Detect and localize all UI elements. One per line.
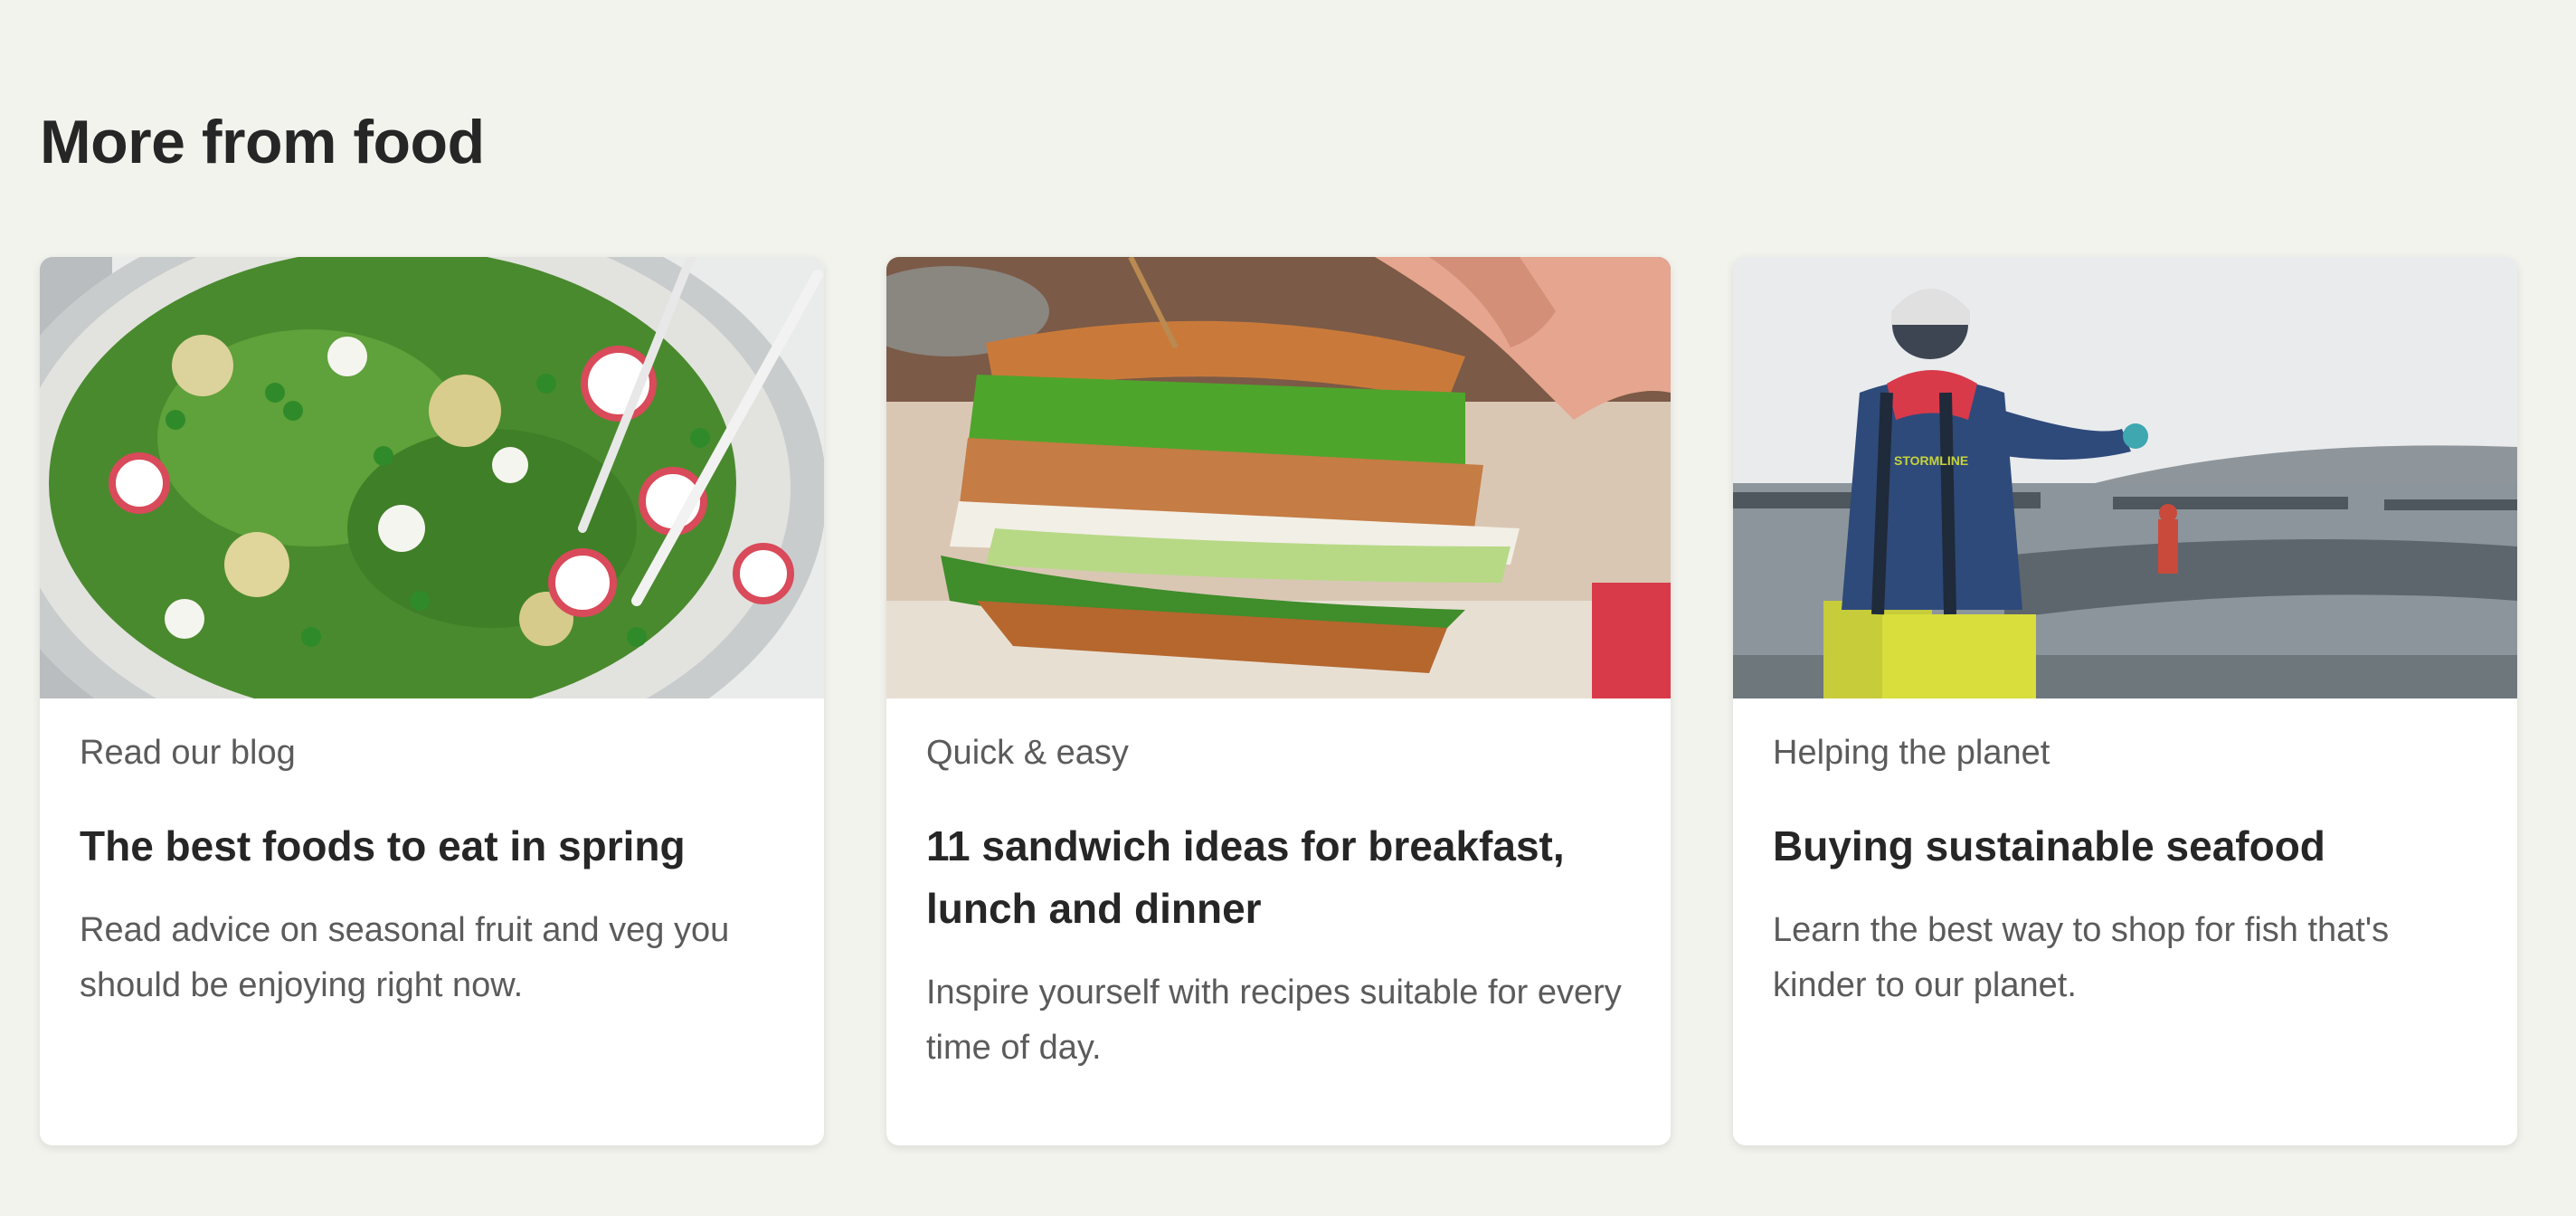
card-body: Helping the planet Buying sustainable se… (1773, 698, 2478, 1013)
card-grid: Read our blog The best foods to eat in s… (40, 257, 2518, 1145)
section-title: More from food (40, 108, 485, 176)
spring-salad-image (40, 257, 824, 698)
sandwich-image (886, 257, 1671, 698)
card-title[interactable]: Buying sustainable seafood (1773, 815, 2478, 878)
card-title[interactable]: 11 sandwich ideas for breakfast, lunch a… (926, 815, 1632, 940)
card-eyebrow: Helping the planet (1773, 734, 2050, 772)
card-body: Quick & easy 11 sandwich ideas for break… (926, 698, 1632, 1076)
image-brand-text: STORMLINE (1894, 453, 1968, 468)
card-description: Learn the best way to shop for fish that… (1773, 911, 2390, 1005)
card-description: Read advice on seasonal fruit and veg yo… (80, 911, 730, 1005)
card-spring-foods[interactable]: Read our blog The best foods to eat in s… (40, 257, 824, 1145)
card-sustainable-seafood[interactable]: STORMLINE Helping the planet Buying sust… (1733, 257, 2517, 1145)
fish-farm-image: STORMLINE (1733, 257, 2517, 698)
card-eyebrow: Quick & easy (926, 734, 1129, 772)
card-body: Read our blog The best foods to eat in s… (80, 698, 785, 1013)
card-sandwich-ideas[interactable]: Quick & easy 11 sandwich ideas for break… (886, 257, 1671, 1145)
card-description: Inspire yourself with recipes suitable f… (926, 974, 1622, 1068)
card-title[interactable]: The best foods to eat in spring (80, 815, 785, 878)
card-eyebrow: Read our blog (80, 734, 296, 772)
